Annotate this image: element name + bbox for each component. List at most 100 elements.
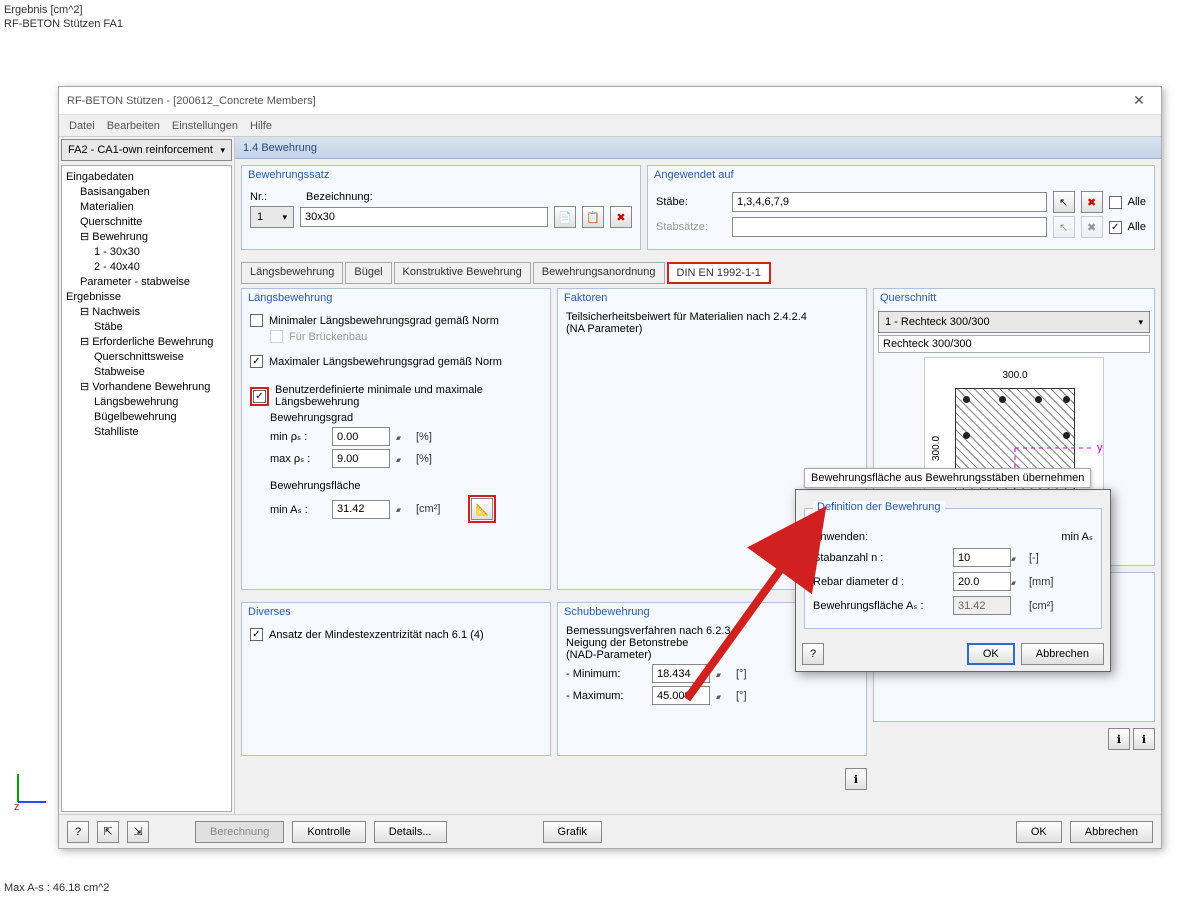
max-rho-spin[interactable] (396, 453, 410, 465)
bg-result-label: Ergebnis [cm^2] (4, 4, 83, 16)
help-button[interactable]: ? (67, 821, 89, 843)
cm2-unit: [cm²] (416, 503, 440, 515)
popup-n-spin[interactable] (1011, 552, 1025, 564)
pct-unit-2: [%] (416, 453, 432, 465)
import-button[interactable]: ⇲ (127, 821, 149, 843)
menu-help[interactable]: Hilfe (250, 120, 272, 132)
min-as-input[interactable]: 31.42 (332, 500, 390, 519)
tree-params[interactable]: Parameter - stabweise (66, 275, 227, 290)
details-button[interactable]: Details... (374, 821, 447, 843)
diverse-title: Diverses (242, 603, 550, 621)
delete-set-button[interactable]: ✖ (610, 206, 632, 228)
popup-n-unit: [-] (1029, 552, 1039, 564)
popup-d-unit: [mm] (1029, 576, 1053, 588)
min-as-spin[interactable] (396, 503, 410, 515)
tree-reinf-1[interactable]: 1 - 30x30 (66, 245, 227, 260)
popup-d-spin[interactable] (1011, 576, 1025, 588)
close-icon[interactable]: ✕ (1125, 92, 1153, 109)
area-from-bars-button[interactable]: 📐 (471, 498, 493, 520)
tree-reinf-2[interactable]: 2 - 40x40 (66, 260, 227, 275)
deg-unit-2: [°] (736, 690, 747, 702)
check-button[interactable]: Kontrolle (292, 821, 365, 843)
tree-required[interactable]: ⊟ Erforderliche Bewehrung (66, 335, 227, 350)
xs-dropdown[interactable]: 1 - Rechteck 300/300 (878, 311, 1150, 333)
export-button[interactable]: ⇱ (97, 821, 119, 843)
graphic-button[interactable]: Grafik (543, 821, 602, 843)
copy-set-button[interactable]: 📋 (582, 206, 604, 228)
tree-req-section[interactable]: Querschnittsweise (66, 350, 227, 365)
alle-saetze-check[interactable]: ✓ (1109, 221, 1122, 234)
tab-stirrup[interactable]: Bügel (345, 262, 391, 284)
max-rho-input[interactable]: 9.00 (332, 449, 390, 468)
tab-constructive[interactable]: Konstruktive Bewehrung (394, 262, 531, 284)
tree-check[interactable]: ⊟ Nachweis (66, 305, 227, 320)
tab-standard[interactable]: DIN EN 1992-1-1 (667, 262, 771, 284)
tree-prov-long[interactable]: Längsbewehrung (66, 395, 227, 410)
max-norm-check[interactable]: ✓ (250, 355, 263, 368)
min-rho-spin[interactable] (396, 431, 410, 443)
shear-min-input[interactable]: 18.434 (652, 664, 710, 683)
xs-title: Querschnitt (874, 289, 1154, 307)
deg-unit-1: [°] (736, 668, 747, 680)
shear-max-input[interactable]: 45.000 (652, 686, 710, 705)
tab-arrangement[interactable]: Bewehrungsanordnung (533, 262, 665, 284)
bridge-label: Für Brückenbau (289, 331, 367, 343)
window-title: RF-BETON Stützen - [200612_Concrete Memb… (67, 95, 1125, 107)
tree-basis[interactable]: Basisangaben (66, 185, 227, 200)
staebe-input[interactable] (732, 192, 1047, 212)
ecc-check[interactable]: ✓ (250, 628, 263, 641)
tree-reinforcement[interactable]: ⊟ Bewehrung (66, 230, 227, 245)
tree-materials[interactable]: Materialien (66, 200, 227, 215)
tree-prov-stirrup[interactable]: Bügelbewehrung (66, 410, 227, 425)
cancel-button[interactable]: Abbrechen (1070, 821, 1153, 843)
popup-group-title: Definition der Bewehrung (813, 501, 945, 513)
xs-info-button-1[interactable]: ℹ (1108, 728, 1130, 750)
xs-dim-h: 300.0 (955, 370, 1075, 381)
tree-group-input[interactable]: Eingabedaten (66, 170, 227, 185)
pick-members-button[interactable]: ↖ (1053, 191, 1075, 213)
bez-input[interactable] (300, 207, 548, 227)
popup-cancel-button[interactable]: Abbrechen (1021, 643, 1104, 665)
popup-apply-label: Anwenden: (813, 531, 953, 543)
popup-help-button[interactable]: ? (802, 643, 824, 665)
popup-n-input[interactable]: 10 (953, 548, 1011, 567)
shear-min-label: - Minimum: (566, 668, 646, 680)
popup-d-input[interactable]: 20.0 (953, 572, 1011, 591)
calc-button[interactable]: Berechnung (195, 821, 284, 843)
tree-sections[interactable]: Querschnitte (66, 215, 227, 230)
case-dropdown[interactable]: FA2 - CA1-own reinforcement (61, 139, 232, 161)
xs-info-button-2[interactable]: ℹ (1133, 728, 1155, 750)
tree-steel-list[interactable]: Stahlliste (66, 425, 227, 440)
menu-file[interactable]: Datei (69, 120, 95, 132)
tree-check-members[interactable]: Stäbe (66, 320, 227, 335)
shear-min-spin[interactable] (716, 668, 730, 680)
shear-max-spin[interactable] (716, 690, 730, 702)
shear-max-label: - Maximum: (566, 690, 646, 702)
alle-staebe-check[interactable] (1109, 196, 1122, 209)
factors-text1: Teilsicherheitsbeiwert für Materialien n… (566, 311, 858, 323)
min-rho-label: min ρₛ : (270, 430, 326, 443)
min-rho-input[interactable]: 0.00 (332, 427, 390, 446)
menu-settings[interactable]: Einstellungen (172, 120, 238, 132)
nav-tree[interactable]: Eingabedaten Basisangaben Materialien Qu… (61, 165, 232, 812)
nr-dropdown[interactable]: 1 (250, 206, 294, 228)
page-title: 1.4 Bewehrung (235, 137, 1161, 159)
factors-title: Faktoren (558, 289, 866, 307)
ok-button[interactable]: OK (1016, 821, 1062, 843)
info-button[interactable]: ℹ (845, 768, 867, 790)
nr-label: Nr.: (250, 191, 300, 203)
popup-n-label: Stabanzahl n : (813, 552, 953, 564)
new-set-button[interactable]: 📄 (554, 206, 576, 228)
min-norm-check[interactable] (250, 314, 263, 327)
saetze-label: Stabsätze: (656, 221, 726, 233)
factors-text2: (NA Parameter) (566, 323, 858, 335)
tree-req-member[interactable]: Stabweise (66, 365, 227, 380)
tree-provided[interactable]: ⊟ Vorhandene Bewehrung (66, 380, 227, 395)
menu-edit[interactable]: Bearbeiten (107, 120, 160, 132)
popup-ok-button[interactable]: OK (967, 643, 1015, 665)
clear-members-button[interactable]: ✖ (1081, 191, 1103, 213)
tree-group-results[interactable]: Ergebnisse (66, 290, 227, 305)
user-reinf-check[interactable]: ✓ (253, 390, 266, 403)
pick-sets-button: ↖ (1053, 216, 1075, 238)
tab-long[interactable]: Längsbewehrung (241, 262, 343, 284)
